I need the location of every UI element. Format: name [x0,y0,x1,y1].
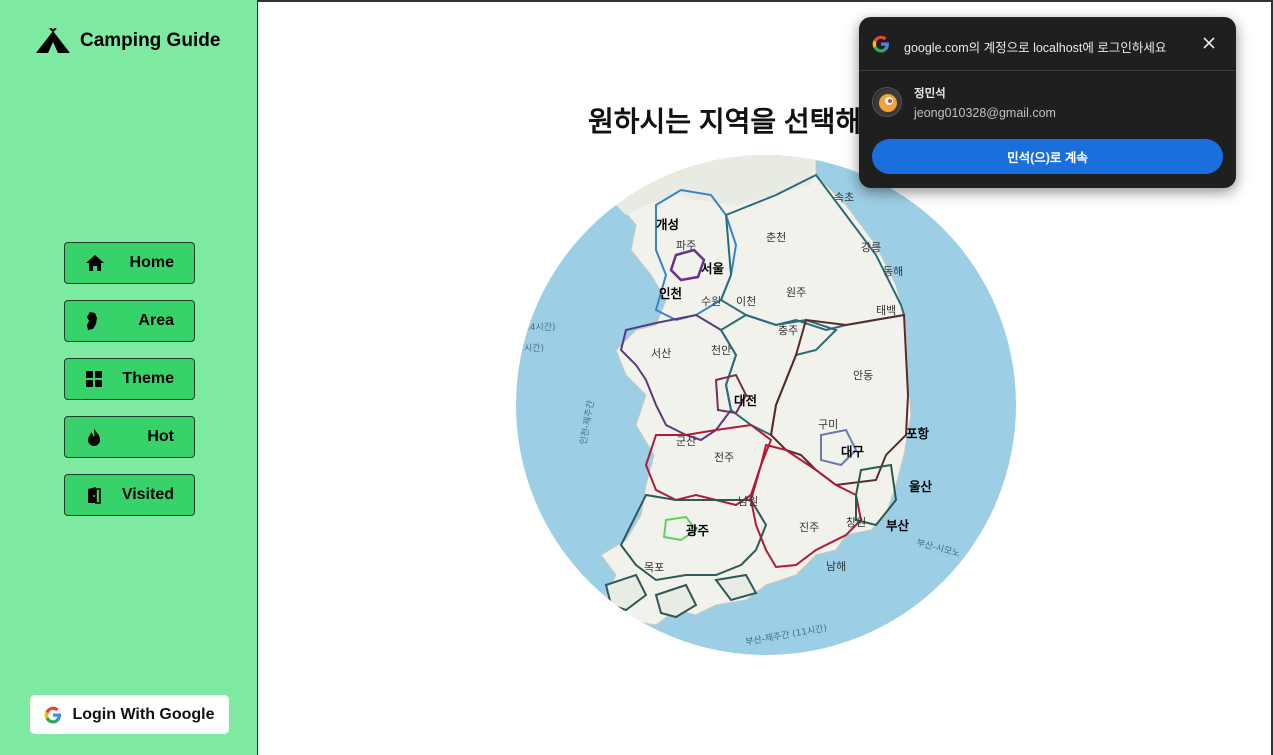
nav-hot-label: Hot [147,428,174,445]
continue-as-button[interactable]: 민석(으)로 계속 [872,139,1223,174]
city-label: 춘천 [766,230,786,244]
svg-text:부산-시모노: 부산-시모노 [915,537,961,559]
city-label: 대전 [734,393,757,408]
google-icon [45,706,62,723]
city-label: 부산 [886,518,910,533]
main-nav: Home Area Theme Hot Visited [64,242,195,516]
svg-text:24시간): 24시간) [524,322,556,333]
login-google-button[interactable]: Login With Google [30,695,229,734]
city-label: 남원 [738,495,758,508]
korea-landmass [585,155,912,626]
nav-area-button[interactable]: Area [64,300,195,342]
city-label: 광주 [686,523,710,538]
city-label: 동해 [883,264,903,278]
nav-visited-label: Visited [121,486,174,503]
fire-icon [88,428,100,446]
account-name: 정민석 [914,88,946,100]
city-label: 태백 [876,304,896,317]
nav-theme-button[interactable]: Theme [64,358,195,400]
svg-text:부산-제주간 (11시간): 부산-제주간 (11시간) [745,623,828,648]
nav-area-label: Area [138,312,174,329]
city-label: 개성 [656,217,679,232]
city-label: 목포 [644,561,664,574]
home-icon [86,255,104,271]
brand-title: Camping Guide [80,30,221,51]
sidebar: Camping Guide Home Area Theme Hot Visite… [0,0,258,755]
city-label: 이천 [736,294,756,308]
city-label: 울산 [909,479,933,494]
city-label: 천안 [711,343,731,357]
nav-theme-label: Theme [122,370,174,387]
korea-region-map[interactable]: 개성 속초 춘천 파주 강릉 서울 동해 인천 수원 이천 원주 충주 태백 서… [516,155,1016,655]
city-label: 대구 [841,444,865,459]
city-label: 포항 [906,426,930,441]
google-icon [872,35,889,53]
nav-home-label: Home [129,254,174,271]
google-signin-popup: google.com의 계정으로 localhost에 로그인하세요 정민석 j… [859,17,1236,188]
city-label: 파주 [676,239,696,252]
nav-home-button[interactable]: Home [64,242,195,284]
city-label: 창원 [846,516,866,529]
city-label: 구미 [818,418,838,431]
city-label: 전주 [714,451,734,464]
login-google-label: Login With Google [72,705,215,723]
city-label: 진주 [799,521,819,534]
city-label: 군산 [676,435,696,448]
grid-icon [86,371,102,387]
avatar [872,87,902,117]
close-icon[interactable] [1201,35,1217,51]
account-email: jeong010328@gmail.com [914,106,1056,120]
svg-text:연평도: 연평도 [526,249,551,260]
nav-visited-button[interactable]: Visited [64,474,195,516]
city-label: 인천 [659,286,682,301]
city-label: 안동 [853,369,873,382]
korea-map-icon [87,312,97,330]
city-label: 수원 [701,295,721,308]
nav-hot-button[interactable]: Hot [64,416,195,458]
city-label: 원주 [786,286,806,299]
city-label: 서울 [701,261,725,276]
city-label: 남해 [826,559,846,573]
popup-header: google.com의 계정으로 localhost에 로그인하세요 [859,17,1236,71]
svg-text:인천-제주간: 인천-제주간 [578,400,597,446]
tent-icon [36,28,70,53]
city-label: 강릉 [861,241,881,254]
page-title: 원하시는 지역을 선택해 [588,106,862,137]
city-label: 충주 [778,324,798,337]
city-label: 속초 [834,191,854,204]
svg-text:시간): 시간) [524,343,544,354]
popup-title: google.com의 계정으로 localhost에 로그인하세요 [904,41,1167,55]
city-label: 서산 [651,347,671,360]
door-icon [88,487,101,504]
brand[interactable]: Camping Guide [34,28,220,54]
